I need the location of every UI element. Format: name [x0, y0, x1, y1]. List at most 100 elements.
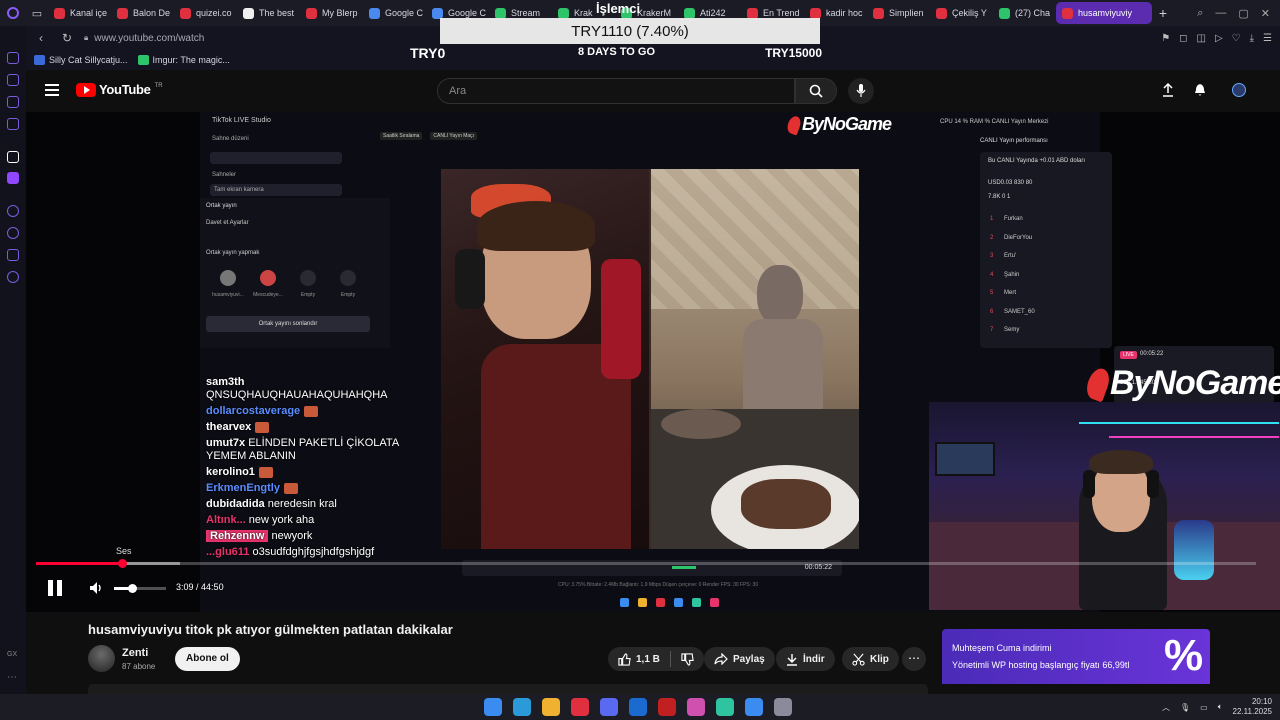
new-tab-button[interactable]: +: [1152, 5, 1174, 21]
player-side-icon[interactable]: [7, 96, 19, 108]
notes-icon[interactable]: [7, 118, 19, 130]
clip-button[interactable]: Klip: [842, 647, 899, 671]
volume-slider[interactable]: [114, 584, 166, 593]
share-label: Paylaş: [733, 653, 765, 665]
emote-icon: [255, 421, 270, 433]
browser-tab[interactable]: husamviyuviy: [1056, 2, 1152, 24]
ai-icon[interactable]: [7, 151, 19, 163]
ad-banner[interactable]: Muhteşem Cuma indirimi Yönetimli WP host…: [942, 629, 1210, 684]
minimize-button[interactable]: —: [1215, 7, 1226, 19]
heart-icon[interactable]: ♡: [1232, 33, 1241, 44]
tab-favicon: [1062, 7, 1073, 19]
clip-label: Klip: [870, 653, 889, 665]
perf-card: Bu CANLI Yayında +0.01 ABD doları USD0.0…: [980, 152, 1112, 348]
maximize-button[interactable]: ▢: [1238, 7, 1248, 20]
browser-tab[interactable]: My Blerp: [300, 2, 361, 24]
browser-tab[interactable]: Kanal içe: [48, 2, 109, 24]
voice-search-button[interactable]: [848, 78, 874, 104]
bookmark-item[interactable]: Silly Cat Sillycatju...: [34, 55, 128, 65]
close-window-button[interactable]: ✕: [1261, 7, 1270, 20]
cohost-name: Empty: [340, 292, 356, 298]
search-tabs-icon[interactable]: ⌕: [1197, 7, 1203, 20]
settings-icon[interactable]: [7, 271, 19, 283]
dislike-button[interactable]: [671, 647, 704, 671]
search-button[interactable]: [795, 78, 837, 104]
search-input[interactable]: Ara: [437, 78, 795, 104]
video-player[interactable]: TikTok LIVE Studio Sahne düzeni Sahneler…: [26, 112, 1280, 612]
discord-icon[interactable]: [600, 698, 618, 716]
subscribe-button[interactable]: Abone ol: [175, 647, 240, 671]
bookmark-favicon: [34, 55, 45, 65]
opera-gx-icon[interactable]: [571, 698, 589, 716]
chat-message: ErkmenEngtly: [206, 482, 436, 495]
donation-days: 8 DAYS TO GO: [578, 46, 656, 58]
upload-icon[interactable]: [1160, 82, 1176, 98]
system-clock[interactable]: 20:10 22.11.2025: [1233, 697, 1272, 717]
itunes-icon[interactable]: [687, 698, 705, 716]
volume-button[interactable]: [88, 580, 104, 596]
chat-icon[interactable]: [7, 249, 19, 261]
app-icon[interactable]: [745, 698, 763, 716]
edge-icon[interactable]: [513, 698, 531, 716]
player-icon[interactable]: ▷: [1215, 33, 1223, 44]
tab-list-icon[interactable]: ▭: [26, 0, 48, 26]
bag-icon[interactable]: [7, 74, 19, 86]
bookmark-icon[interactable]: ⚑: [1161, 33, 1170, 44]
ad-percent-icon: %: [1164, 631, 1204, 680]
notifications-icon[interactable]: [1192, 82, 1208, 98]
browser-tab[interactable]: quizei.co: [174, 2, 235, 24]
youtube-logo[interactable]: YouTube TR: [76, 82, 163, 97]
pause-button[interactable]: [46, 578, 64, 598]
telegram-icon[interactable]: [629, 698, 647, 716]
more-side-icon[interactable]: ⋯: [7, 672, 19, 684]
download-button[interactable]: İndir: [776, 647, 835, 671]
cohost-panel: Ortak yayın Davet et Ayarlar Ortak yayın…: [200, 198, 390, 348]
bynogame-watermark-large: ByNoGame: [1083, 364, 1280, 403]
rank-number: 4: [990, 271, 994, 278]
window-controls: ⌕ — ▢ ✕: [1197, 0, 1280, 26]
bookmark-item[interactable]: Imgur: The magic...: [137, 55, 230, 65]
channel-name[interactable]: Zenti: [122, 647, 148, 659]
tray-expand-icon[interactable]: ︿: [1162, 702, 1170, 713]
streamer-webcam: [929, 402, 1280, 610]
channel-avatar[interactable]: [88, 645, 115, 672]
description-box[interactable]: [88, 684, 928, 694]
url-field[interactable]: 🔒︎ www.youtube.com/watch: [84, 33, 204, 44]
tool-icon[interactable]: [774, 698, 792, 716]
tray-mic-icon[interactable]: 🎙︎: [1180, 703, 1190, 712]
menu-icon[interactable]: ☰: [1263, 33, 1272, 44]
messenger-icon[interactable]: [7, 52, 19, 64]
browser-tab[interactable]: (27) Cha: [993, 2, 1054, 24]
chat-text: neredesin kral: [267, 498, 337, 510]
share-button[interactable]: Paylaş: [704, 647, 775, 671]
chat-message: Rehzennw newyork: [206, 530, 436, 543]
play-circle-icon[interactable]: [7, 205, 19, 217]
account-avatar[interactable]: [1231, 82, 1247, 98]
tray-volume-icon[interactable]: 🔈︎: [1218, 702, 1223, 712]
hamburger-menu-icon[interactable]: [45, 84, 59, 96]
browser-tab[interactable]: Simplien: [867, 2, 928, 24]
progress-scrubber[interactable]: [117, 559, 127, 568]
progress-bar[interactable]: [36, 559, 1256, 568]
spotify-icon[interactable]: [716, 698, 734, 716]
rank-number: 3: [990, 253, 994, 259]
snapshot-icon[interactable]: ◻: [1179, 33, 1187, 44]
browser-tab[interactable]: The best: [237, 2, 298, 24]
file-explorer-icon[interactable]: [542, 698, 560, 716]
pc-icon[interactable]: [658, 698, 676, 716]
gx-icon[interactable]: GX: [7, 651, 19, 663]
browser-tab[interactable]: Balon De: [111, 2, 172, 24]
history-icon[interactable]: [7, 227, 19, 239]
download-icon[interactable]: ⤓: [1250, 33, 1254, 44]
browser-logo-icon[interactable]: [0, 0, 26, 26]
twitch-icon[interactable]: [7, 172, 19, 184]
tray-network-icon[interactable]: ▭: [1200, 703, 1208, 712]
like-button[interactable]: 1,1 B: [608, 647, 670, 671]
more-actions-button[interactable]: ⋯: [902, 647, 926, 671]
tab-favicon: [243, 7, 254, 19]
start-icon[interactable]: [484, 698, 502, 716]
reload-button[interactable]: ↻: [58, 31, 76, 45]
back-button[interactable]: ‹: [32, 31, 50, 45]
browser-tab[interactable]: Çekiliş Y: [930, 2, 991, 24]
extensions-icon[interactable]: ◫: [1196, 33, 1205, 44]
